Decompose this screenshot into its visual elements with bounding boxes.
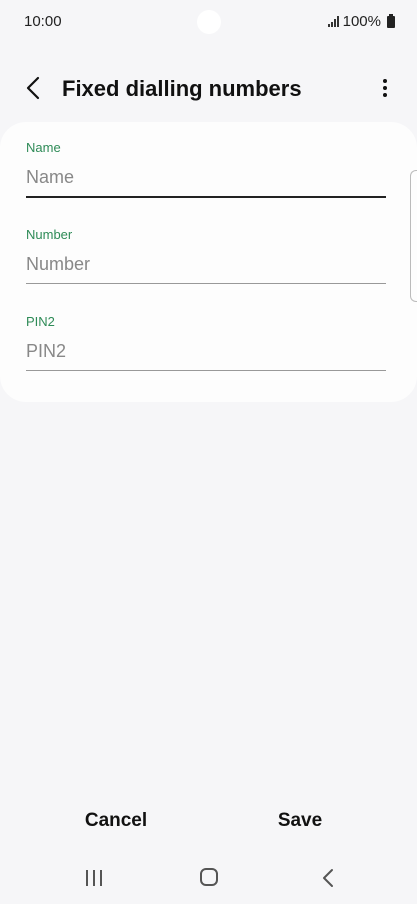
back-arrow-icon[interactable] (20, 74, 48, 102)
front-camera (197, 10, 221, 34)
recents-icon[interactable] (82, 868, 106, 888)
bottom-actions: Cancel Save (0, 806, 417, 842)
battery-percentage: 100% (342, 13, 381, 30)
cancel-button[interactable]: Cancel (56, 806, 176, 836)
status-bar: 10:00 100% (0, 0, 417, 44)
pin2-label: PIN2 (26, 314, 55, 329)
pin2-input[interactable] (26, 341, 386, 370)
battery-icon (387, 13, 395, 28)
name-label: Name (26, 140, 61, 155)
back-icon[interactable] (318, 866, 338, 890)
number-label: Number (26, 227, 73, 242)
app-header: Fixed dialling numbers (0, 64, 417, 112)
number-field: Number (26, 227, 386, 284)
signal-icon (327, 16, 339, 27)
status-time: 10:00 (24, 13, 62, 30)
name-field: Name (26, 140, 386, 198)
number-input[interactable] (26, 254, 386, 283)
status-indicators: 100% (327, 13, 395, 30)
pin2-underline (26, 370, 386, 371)
home-icon[interactable] (200, 868, 218, 886)
form-card: Name Number PIN2 (0, 122, 417, 402)
number-underline (26, 283, 386, 284)
save-button[interactable]: Save (240, 806, 360, 836)
phone-screen: 10:00 100% Fixed dialling numbers Name N… (0, 0, 417, 904)
more-options-icon[interactable] (375, 74, 395, 102)
navigation-bar (0, 856, 417, 900)
pin2-field: PIN2 (26, 314, 386, 371)
name-input[interactable] (26, 167, 386, 196)
scroll-indicator[interactable] (410, 170, 417, 302)
name-underline (26, 196, 386, 198)
page-title: Fixed dialling numbers (62, 76, 302, 101)
